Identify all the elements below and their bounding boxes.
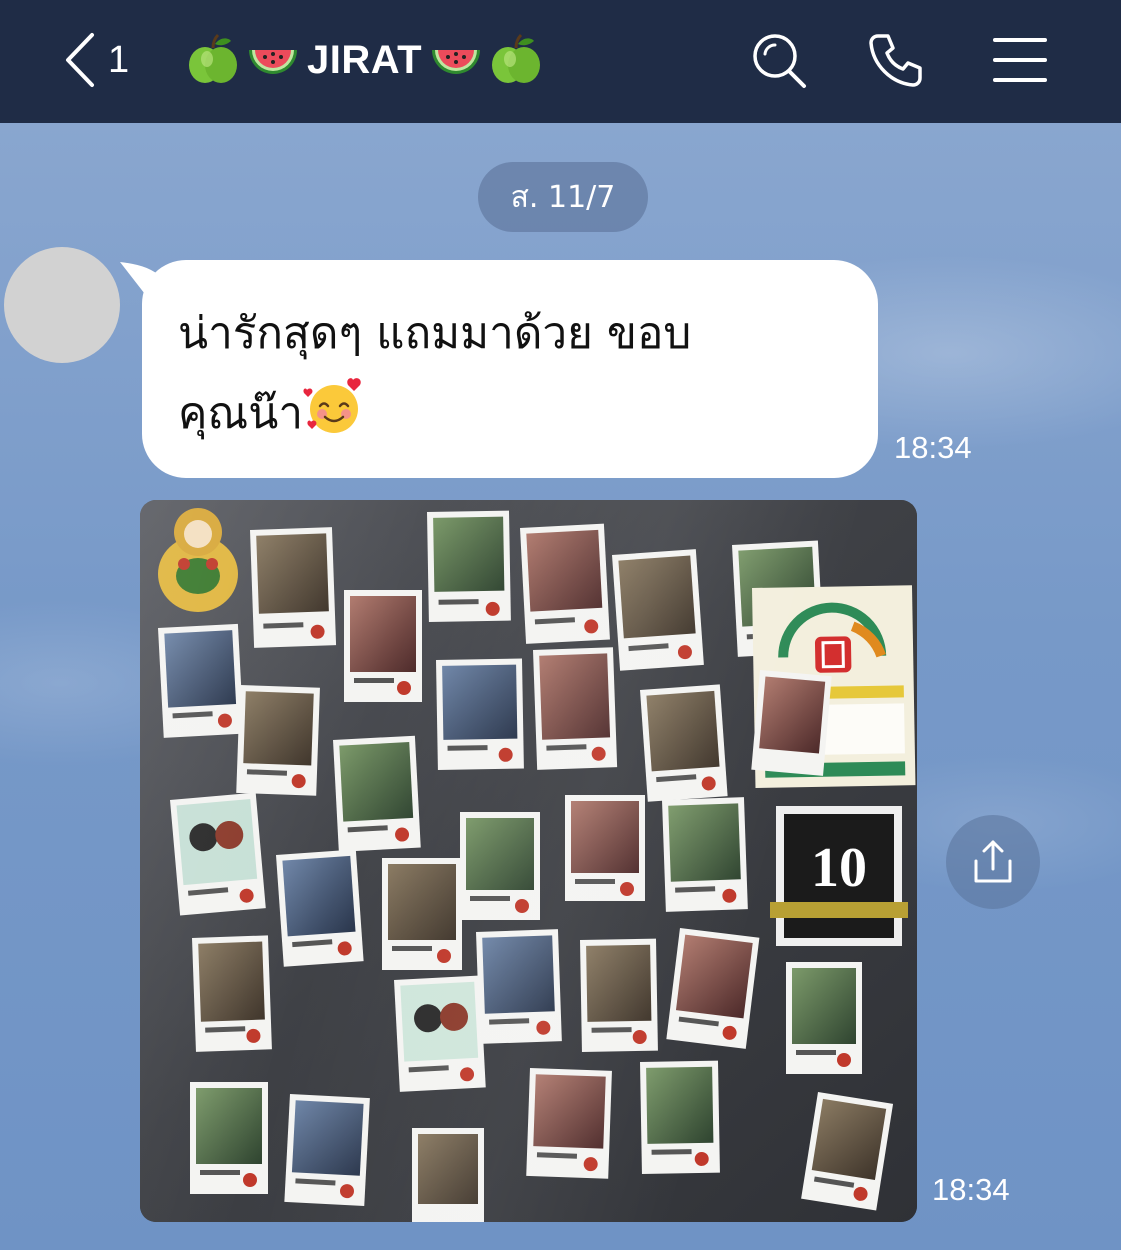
chat-title[interactable]: JIRAT (185, 30, 544, 90)
search-button[interactable] (748, 30, 808, 90)
share-button[interactable] (946, 815, 1040, 909)
unread-count: 1 (108, 38, 130, 81)
date-separator: ส. 11/7 (478, 162, 648, 232)
message-text-content: น่ารักสุดๆ แถมมาด้วย ขอบ คุณน๊า (178, 308, 692, 439)
chevron-left-icon (66, 33, 94, 87)
green-apple-icon (189, 33, 237, 83)
photo-time: 18:34 (932, 1172, 1010, 1207)
search-icon (753, 34, 806, 88)
message-time: 18:34 (894, 430, 972, 465)
phone-icon (869, 34, 922, 87)
chat-header: 1 JIRAT (0, 0, 1121, 123)
call-button[interactable] (866, 30, 926, 90)
chat-name: JIRAT (307, 37, 423, 82)
menu-icon (993, 38, 1047, 82)
watermelon-icon (432, 50, 481, 74)
share-icon (974, 840, 1012, 883)
smiling-face-with-hearts-icon (303, 378, 361, 433)
green-apple-icon (492, 33, 541, 83)
avatar[interactable] (4, 247, 120, 363)
message-text: น่ารักสุดๆ แถมมาด้วย ขอบ คุณน๊า (178, 294, 858, 454)
photo-sheen (140, 500, 917, 1222)
menu-button[interactable] (990, 30, 1050, 90)
watermelon-icon (249, 50, 297, 74)
back-button[interactable]: 1 (62, 30, 142, 90)
photo-message[interactable]: 10 (140, 500, 917, 1222)
